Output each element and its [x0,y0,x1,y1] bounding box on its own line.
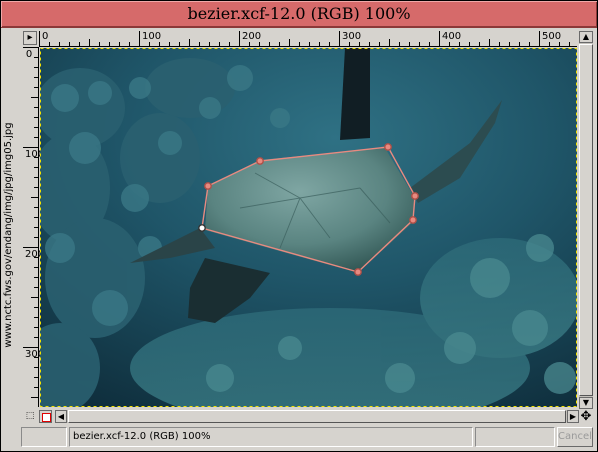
scroll-right-icon[interactable]: ▶ [567,410,579,423]
image-source-label: www.nctc.fws.gov/endang/img/jpg/img05.jp… [3,122,14,348]
vruler-label-0: 0 [25,49,33,60]
status-text: bezier.xcf-12.0 (RGB) 100% [73,431,211,442]
cancel-button[interactable]: Cancel [557,427,593,447]
turtle-photo [40,48,577,407]
vertical-scroll-thumb[interactable] [579,44,593,396]
vruler-label-200: 200 [25,249,45,260]
status-message-box: bezier.xcf-12.0 (RGB) 100% [69,427,473,447]
path-anchor-active[interactable] [198,224,206,232]
path-anchor[interactable] [411,192,419,200]
hruler-label-100: 100 [142,31,162,42]
path-anchor[interactable] [256,157,264,165]
window-title: bezier.xcf-12.0 (RGB) 100% [187,4,411,23]
scroll-down-icon[interactable]: ▼ [579,397,593,409]
path-anchor[interactable] [354,268,362,276]
vruler-label-300: 300 [25,349,45,360]
horizontal-ruler[interactable]: 0 100 200 300 400 500 [39,31,577,47]
hruler-label-300: 300 [342,31,362,42]
vertical-scrollbar[interactable]: ▲ ▼ [579,31,593,409]
scroll-up-icon[interactable]: ▲ [579,31,593,43]
image-canvas[interactable] [40,48,577,407]
progress-box [475,427,555,447]
path-anchor[interactable] [384,143,392,151]
vruler-label-100: 100 [25,149,45,160]
pointer-coords-box [21,427,67,447]
navigate-icon[interactable]: ✥ [579,410,593,423]
scroll-left-icon[interactable]: ◀ [55,410,67,423]
path-anchor[interactable] [204,182,212,190]
title-bar[interactable]: bezier.xcf-12.0 (RGB) 100% [1,1,597,28]
hruler-label-0: 0 [42,31,49,42]
horizontal-scroll-thumb[interactable] [68,410,566,423]
horizontal-ruler-ticks [39,31,570,46]
menu-arrow-icon[interactable]: ▸ [23,31,37,45]
hruler-label-500: 500 [542,31,562,42]
horizontal-scrollbar[interactable]: ◀ ▶ [55,410,579,423]
hruler-label-400: 400 [442,31,462,42]
image-window: bezier.xcf-12.0 (RGB) 100% ▸ 0 100 200 3… [0,0,598,452]
quickmask-on-icon[interactable] [39,410,52,423]
path-anchor[interactable] [409,216,417,224]
vertical-ruler[interactable]: 0 100 200 300 [23,47,45,407]
status-bar: bezier.xcf-12.0 (RGB) 100% Cancel [1,425,597,449]
quickmask-off-icon[interactable]: ⬚ [23,410,37,423]
hruler-label-200: 200 [242,31,262,42]
